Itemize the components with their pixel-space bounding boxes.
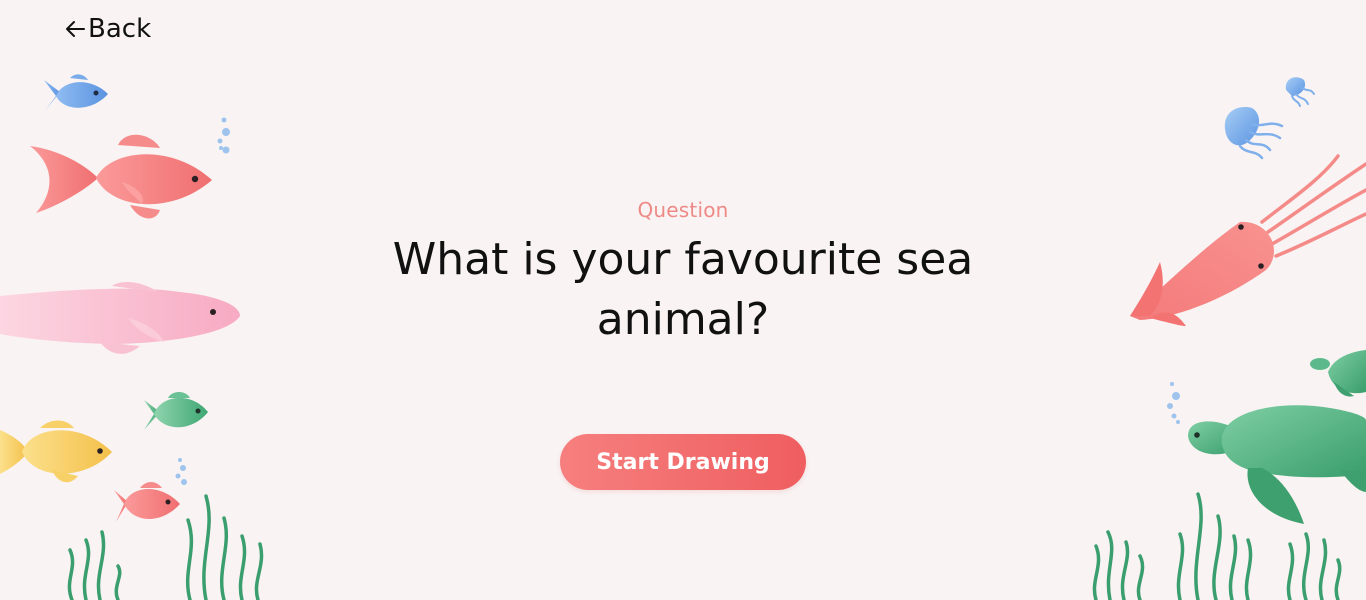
- back-button[interactable]: Back: [64, 14, 151, 44]
- blue-fish-illustration: [44, 74, 108, 112]
- seaweed-left-illustration: [67, 494, 264, 600]
- arrow-left-icon: [64, 19, 86, 39]
- drawing-prompt-page: Back Question What is your favourite sea…: [0, 0, 1366, 600]
- pink-fish-illustration: [0, 282, 240, 354]
- jellyfish-illustration: [1224, 77, 1315, 160]
- question-eyebrow: Question: [637, 198, 729, 222]
- back-label: Back: [88, 14, 152, 44]
- question-heading: What is your favourite sea animal?: [392, 234, 974, 345]
- sea-turtle-illustration: [1188, 405, 1366, 524]
- bubbles-illustration: [217, 117, 230, 154]
- start-drawing-button[interactable]: Start Drawing: [560, 434, 806, 490]
- yellow-fish-illustration: [0, 420, 112, 483]
- seaweed-right-illustration: [1092, 492, 1342, 600]
- green-fish-illustration: [144, 392, 208, 430]
- question-block: Question What is your favourite sea anim…: [370, 198, 996, 350]
- small-red-fish-illustration: [114, 482, 180, 522]
- small-turtle-illustration: [1310, 350, 1366, 397]
- red-fish-illustration: [30, 134, 212, 219]
- squid-illustration: [1130, 154, 1366, 326]
